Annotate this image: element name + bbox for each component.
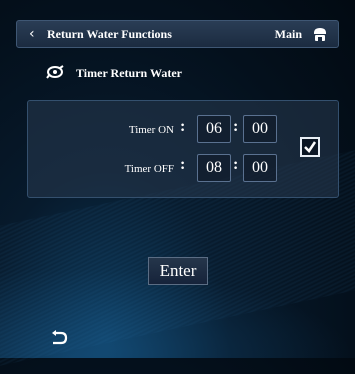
enter-button[interactable]: Enter	[148, 257, 208, 285]
pump-icon	[46, 65, 64, 79]
main-button[interactable]: Main	[275, 27, 302, 42]
back-icon[interactable]: ‹	[29, 26, 35, 42]
timer-on-separator: :	[233, 118, 239, 135]
timer-on-minute-field[interactable]: 00	[243, 115, 277, 143]
timer-off-hour-field[interactable]: 08	[197, 154, 231, 182]
timer-on-label: Timer ON	[128, 124, 174, 136]
timer-enable-checkbox[interactable]	[300, 137, 320, 157]
timer-on-hour-field[interactable]: 06	[197, 115, 231, 143]
timer-off-label: Timer OFF	[124, 163, 174, 175]
check-icon	[304, 141, 317, 153]
timer-off-separator: :	[233, 156, 239, 173]
timer-on-label-colon: :	[180, 118, 186, 135]
timer-off-minute-field[interactable]: 00	[243, 154, 277, 182]
home-icon[interactable]	[312, 26, 328, 42]
return-icon[interactable]	[50, 330, 68, 346]
timer-off-label-colon: :	[180, 156, 186, 173]
section-title: Timer Return Water	[76, 66, 182, 80]
timer-panel	[27, 100, 339, 198]
header-bar: ‹ Return Water Functions Main	[16, 20, 339, 48]
page-title[interactable]: Return Water Functions	[47, 27, 172, 42]
